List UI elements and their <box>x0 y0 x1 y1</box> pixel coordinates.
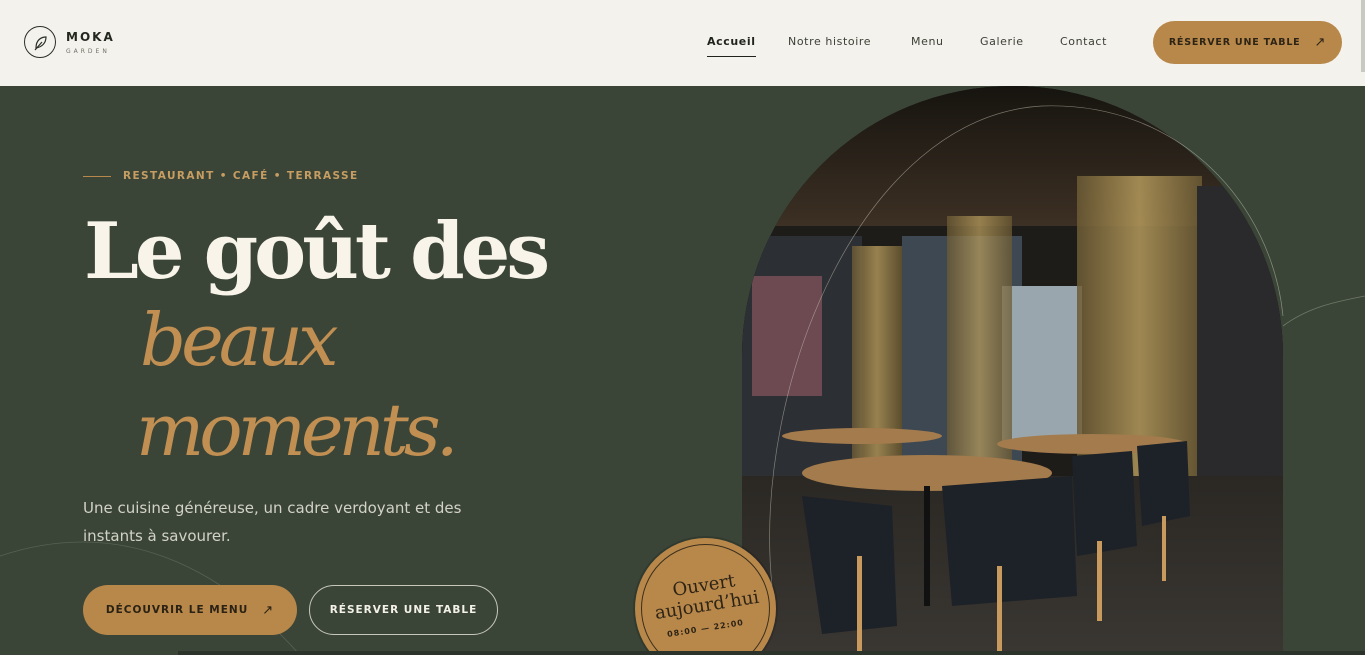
brand-logo[interactable]: MOKA GARDEN <box>24 26 115 58</box>
hero-title-line3: moments. <box>136 388 459 472</box>
restaurant-interior-image <box>742 86 1283 654</box>
header-reserve-button[interactable]: RÉSERVER UNE TABLE ↗ <box>1153 21 1342 64</box>
discover-menu-button[interactable]: DÉCOUVRIR LE MENU ↗ <box>83 585 297 635</box>
hero-title-line2: beaux <box>140 298 339 382</box>
arrow-up-right-icon: ↗ <box>1314 35 1327 50</box>
nav-item-galerie[interactable]: Galerie <box>980 35 1024 48</box>
nav-item-accueil[interactable]: Accueil <box>707 35 756 57</box>
discover-menu-label: DÉCOUVRIR LE MENU <box>105 604 249 616</box>
hero-description: Une cuisine généreuse, un cadre verdoyan… <box>83 499 462 545</box>
eyebrow-divider <box>83 176 111 177</box>
hero-reserve-button[interactable]: RÉSERVER UNE TABLE <box>309 585 498 635</box>
arrow-up-right-icon: ↗ <box>262 602 275 618</box>
hero-title-line1: Le goût des <box>84 206 550 297</box>
site-header: MOKA GARDEN Accueil Notre histoire Menu … <box>0 0 1365 86</box>
bottom-strip <box>178 651 1365 655</box>
hero-eyebrow: RESTAURANT • CAFÉ • TERRASSE <box>123 170 359 182</box>
brand-name: MOKA <box>66 29 115 44</box>
header-reserve-label: RÉSERVER UNE TABLE <box>1168 37 1301 48</box>
hero-reserve-label: RÉSERVER UNE TABLE <box>329 604 478 616</box>
nav-item-notre-histoire[interactable]: Notre histoire <box>788 35 871 48</box>
nav-item-menu[interactable]: Menu <box>911 35 944 48</box>
nav-item-contact[interactable]: Contact <box>1060 35 1107 48</box>
leaf-icon <box>24 26 56 58</box>
scrollbar-thumb[interactable] <box>1361 0 1365 72</box>
brand-subtitle: GARDEN <box>66 47 110 55</box>
